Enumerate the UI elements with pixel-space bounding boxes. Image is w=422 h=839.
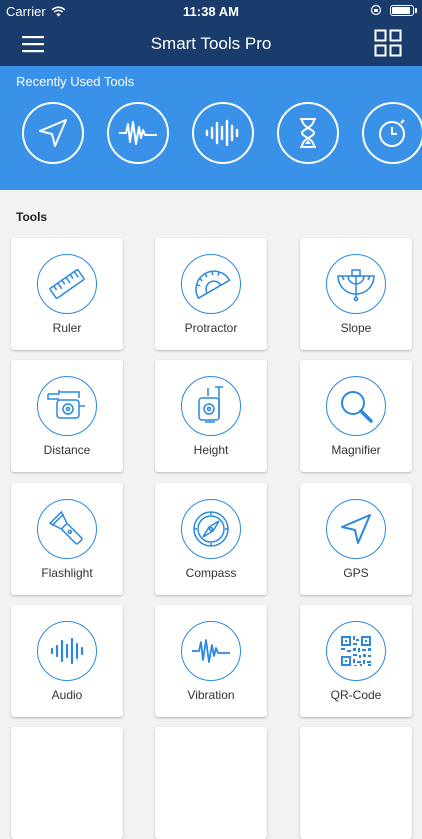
audio-icon xyxy=(50,637,84,665)
tools-section-title: Tools xyxy=(16,210,48,224)
compass-icon xyxy=(193,511,229,547)
tool-label: Protractor xyxy=(184,321,238,335)
tool-tile-ruler[interactable]: Ruler xyxy=(11,238,123,350)
tool-label: Magnifier xyxy=(331,443,381,457)
tool-tile-gps[interactable]: GPS xyxy=(300,483,412,595)
vibration-wave-icon xyxy=(119,121,157,145)
tool-label: Audio xyxy=(51,688,83,702)
stopwatch-icon xyxy=(379,119,405,147)
orientation-lock-icon xyxy=(370,4,382,16)
tool-tile-partial[interactable] xyxy=(155,727,267,839)
slope-icon xyxy=(337,269,375,302)
status-time: 11:38 AM xyxy=(183,4,239,19)
grid-view-icon[interactable] xyxy=(374,29,402,57)
recent-tool-vibration[interactable] xyxy=(107,102,169,164)
recent-tool-stopwatch[interactable] xyxy=(362,102,422,164)
height-icon xyxy=(198,386,223,423)
tool-tile-compass[interactable]: Compass xyxy=(155,483,267,595)
tool-label: Vibration xyxy=(187,688,235,702)
tool-tile-distance[interactable]: Distance xyxy=(11,360,123,472)
gps-icon xyxy=(341,514,371,544)
magnifier-icon xyxy=(341,391,373,423)
recently-used-list xyxy=(22,102,422,164)
tool-tile-flashlight[interactable]: Flashlight xyxy=(11,483,123,595)
tool-tile-audio[interactable]: Audio xyxy=(11,605,123,717)
recent-tool-audio[interactable] xyxy=(192,102,254,164)
status-bar: Carrier 11:38 AM xyxy=(0,0,422,22)
tool-tile-slope[interactable]: Slope xyxy=(300,238,412,350)
tool-label: Flashlight xyxy=(41,566,93,580)
page-title: Smart Tools Pro xyxy=(150,34,272,53)
tool-label: Ruler xyxy=(52,321,82,335)
recently-used-label: Recently Used Tools xyxy=(16,74,135,89)
tool-tile-vibration[interactable]: Vibration xyxy=(155,605,267,717)
tool-tile-magnifier[interactable]: Magnifier xyxy=(300,360,412,472)
tool-label: QR-Code xyxy=(330,688,382,702)
tool-label: Slope xyxy=(340,321,372,335)
tool-label: GPS xyxy=(343,566,369,580)
tool-tile-height[interactable]: Height xyxy=(155,360,267,472)
battery-icon xyxy=(390,5,417,16)
vibration-icon xyxy=(192,639,230,663)
recent-tool-timer[interactable] xyxy=(277,102,339,164)
recent-tool-gps[interactable] xyxy=(22,102,84,164)
protractor-icon xyxy=(195,270,231,300)
tool-label: Compass xyxy=(185,566,237,580)
tool-label: Height xyxy=(193,443,229,457)
navigation-arrow-icon xyxy=(39,119,67,147)
flashlight-icon xyxy=(48,510,83,545)
qr-code-icon xyxy=(341,636,371,666)
tool-label: Distance xyxy=(43,443,91,457)
distance-icon xyxy=(47,390,85,419)
tool-tile-partial[interactable] xyxy=(300,727,412,839)
tool-tile-protractor[interactable]: Protractor xyxy=(155,238,267,350)
ruler-icon xyxy=(49,268,85,300)
tool-tile-qr-code[interactable]: QR-Code xyxy=(300,605,412,717)
navigation-bar: Smart Tools Pro xyxy=(0,22,422,66)
tool-tile-partial[interactable] xyxy=(11,727,123,839)
audio-wave-icon xyxy=(205,119,239,147)
hourglass-icon xyxy=(300,118,316,148)
recently-used-section: Recently Used Tools xyxy=(0,66,422,190)
